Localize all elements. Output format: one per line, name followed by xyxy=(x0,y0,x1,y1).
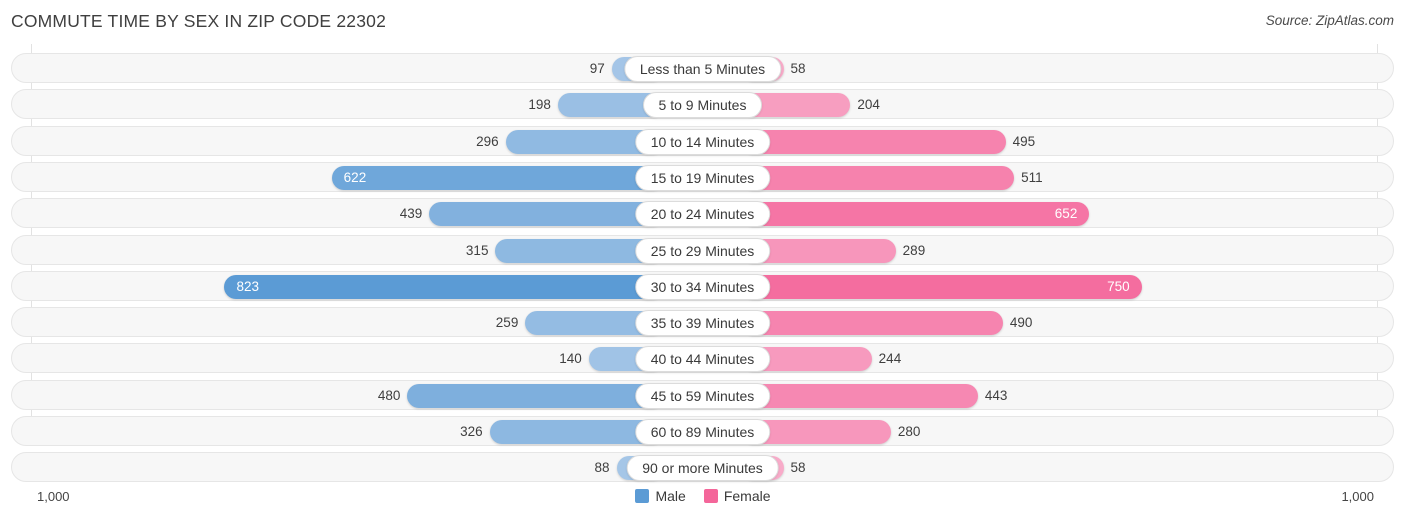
table-row[interactable]: 140 244 40 to 44 Minutes xyxy=(11,343,1394,374)
legend-swatch-icon xyxy=(635,489,650,503)
value-label-female: 289 xyxy=(902,242,926,258)
table-row[interactable]: 259 490 35 to 39 Minutes xyxy=(11,307,1394,338)
bar-male[interactable] xyxy=(429,202,664,227)
bar-female[interactable]: 652 xyxy=(741,202,1090,227)
category-label[interactable]: 90 or more Minutes xyxy=(626,455,779,482)
table-row[interactable]: 315 289 25 to 29 Minutes xyxy=(11,234,1394,265)
category-label[interactable]: Less than 5 Minutes xyxy=(623,56,782,82)
value-label-male: 198 xyxy=(528,97,551,113)
bar-female[interactable] xyxy=(741,129,1006,154)
bar-male[interactable]: 823 xyxy=(224,274,664,299)
value-label-male: 823 xyxy=(236,278,259,294)
source-attribution: Source: ZipAtlas.com xyxy=(1265,13,1394,28)
value-label-female: 280 xyxy=(897,424,921,439)
value-label-female: 443 xyxy=(984,387,1008,403)
category-label[interactable]: 60 to 89 Minutes xyxy=(634,419,771,445)
value-label-male: 296 xyxy=(476,133,499,149)
value-label-female: 750 xyxy=(1107,278,1130,294)
value-label-female: 511 xyxy=(1021,169,1043,185)
category-label[interactable]: 15 to 19 Minutes xyxy=(634,164,771,191)
value-label-male: 326 xyxy=(460,424,483,439)
category-label[interactable]: 35 to 39 Minutes xyxy=(634,310,771,337)
chart-footer: 1,000 1,000 Male Female xyxy=(0,484,1406,523)
chart-plot-area: 97 58 Less than 5 Minutes 198 204 5 to 9 Minu… xyxy=(0,44,1406,484)
bar-male[interactable]: 622 xyxy=(331,165,664,190)
bar-female[interactable]: 750 xyxy=(741,274,1142,299)
value-label-female: 652 xyxy=(1054,206,1078,222)
value-label-male: 97 xyxy=(589,61,605,76)
table-row[interactable]: 198 204 5 to 9 Minutes xyxy=(11,89,1394,120)
category-label[interactable]: 20 to 24 Minutes xyxy=(634,201,771,228)
table-row[interactable]: 88 58 90 or more Minutes xyxy=(11,452,1394,483)
table-row[interactable]: 326 280 60 to 89 Minutes xyxy=(11,416,1394,446)
table-row[interactable]: 480 443 45 to 59 Minutes xyxy=(11,379,1394,410)
table-row[interactable]: 823 750 30 to 34 Minutes xyxy=(11,270,1394,301)
value-label-male: 259 xyxy=(495,315,519,331)
value-label-female: 204 xyxy=(857,97,880,113)
chart-header: COMMUTE TIME BY SEX IN ZIP CODE 22302 So… xyxy=(0,0,1406,44)
legend-swatch-icon xyxy=(703,489,718,503)
table-row[interactable]: 622 511 15 to 19 Minutes xyxy=(11,161,1394,192)
value-label-male: 480 xyxy=(377,387,401,403)
bar-female[interactable] xyxy=(741,311,1003,336)
chart-legend: Male Female xyxy=(0,488,1406,504)
category-label[interactable]: 25 to 29 Minutes xyxy=(634,237,771,264)
category-label[interactable]: 30 to 34 Minutes xyxy=(634,273,771,300)
value-label-female: 244 xyxy=(878,351,902,367)
table-row[interactable]: 97 58 Less than 5 Minutes xyxy=(11,53,1394,83)
category-label[interactable]: 45 to 59 Minutes xyxy=(634,382,771,409)
value-label-male: 140 xyxy=(559,351,582,367)
category-label[interactable]: 5 to 9 Minutes xyxy=(642,92,763,119)
value-label-female: 58 xyxy=(790,61,806,76)
value-label-male: 88 xyxy=(594,460,610,476)
value-label-male: 315 xyxy=(465,242,489,258)
value-label-male: 622 xyxy=(343,169,367,185)
legend-label: Female xyxy=(723,488,771,504)
bar-male[interactable] xyxy=(407,383,664,408)
value-label-male: 439 xyxy=(399,206,423,222)
page-title: COMMUTE TIME BY SEX IN ZIP CODE 22302 xyxy=(11,11,387,31)
legend-label: Male xyxy=(655,488,686,504)
value-label-female: 490 xyxy=(1009,315,1033,331)
legend-item-female[interactable]: Female xyxy=(703,488,771,504)
value-label-female: 495 xyxy=(1012,133,1036,149)
category-label[interactable]: 40 to 44 Minutes xyxy=(634,346,771,373)
category-label[interactable]: 10 to 14 Minutes xyxy=(634,128,771,155)
value-label-female: 58 xyxy=(790,460,806,476)
table-row[interactable]: 296 495 10 to 14 Minutes xyxy=(11,125,1394,156)
bar-female[interactable] xyxy=(741,165,1015,190)
legend-item-male[interactable]: Male xyxy=(635,488,686,504)
table-row[interactable]: 652 439 20 to 24 Minutes xyxy=(11,198,1394,229)
bar-female[interactable] xyxy=(741,383,978,408)
